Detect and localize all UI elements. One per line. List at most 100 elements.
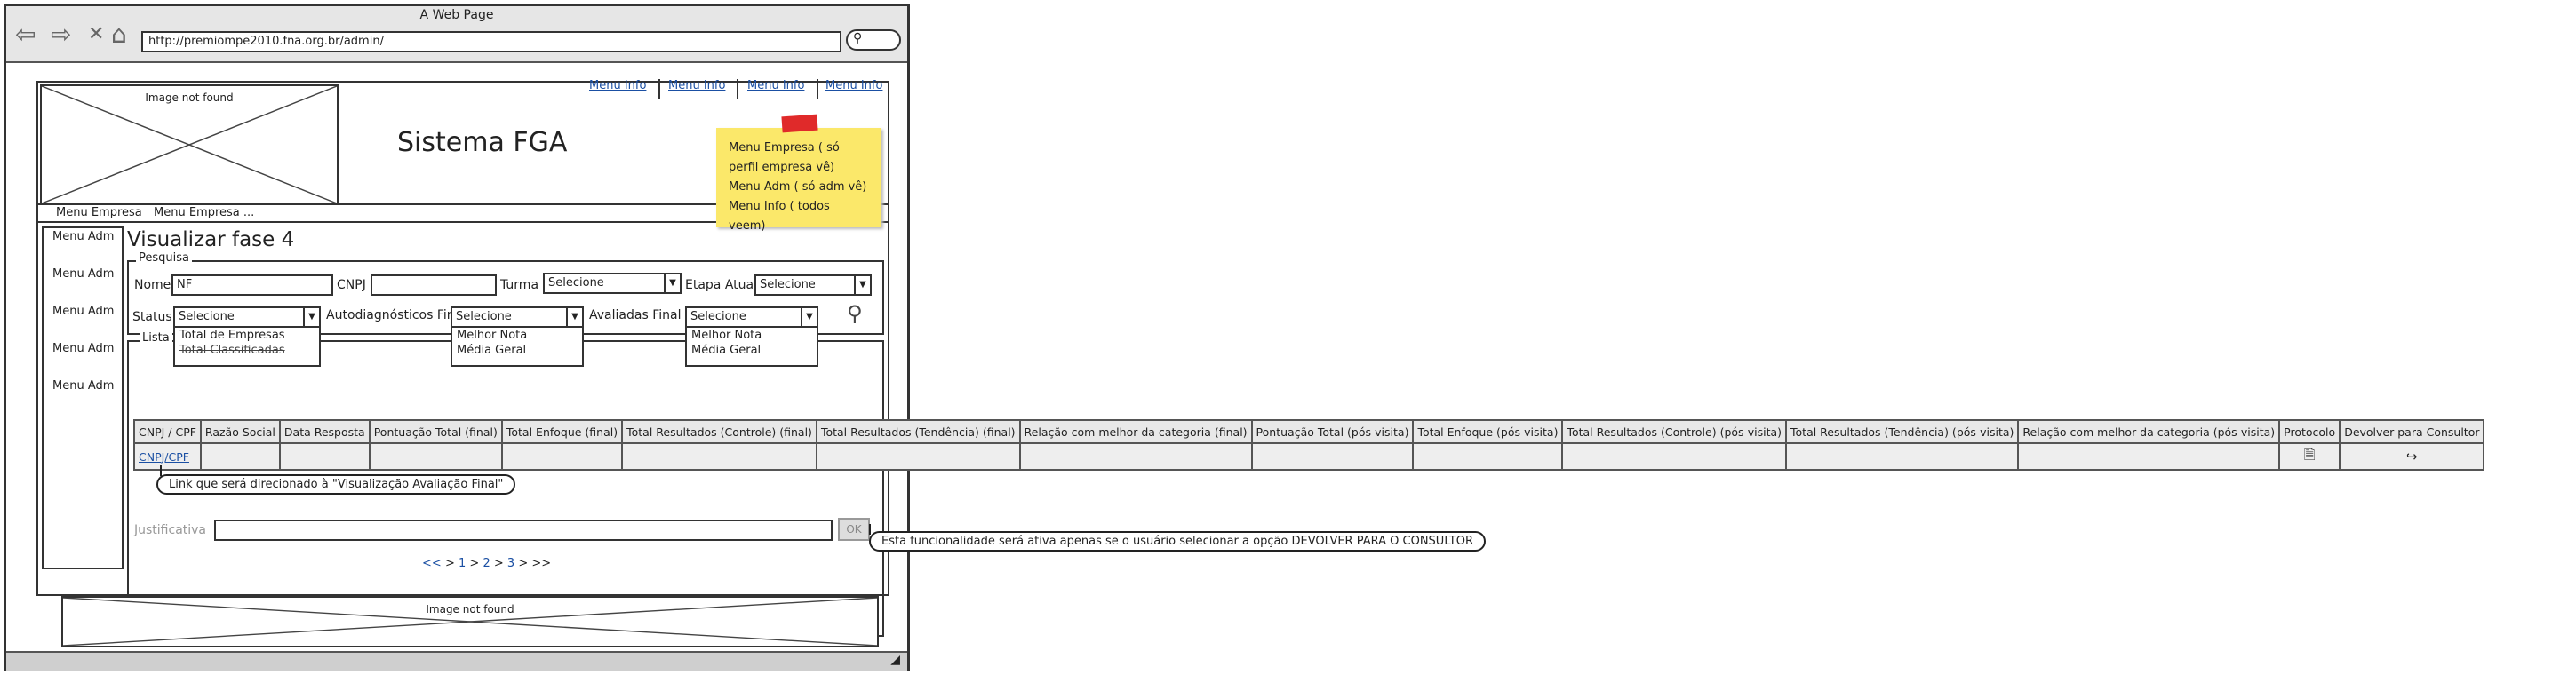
autodiagnosticos-select[interactable]: Selecione ▼ [451, 306, 584, 328]
column-header: Total Resultados (Controle) (final) [621, 419, 817, 444]
sticky-note-line: Menu Adm ( só adm vê) [729, 180, 867, 194]
ok-button[interactable]: OK [838, 518, 870, 541]
pager-page-1[interactable]: 1 [459, 557, 466, 570]
browser-toolbar: A Web Page ⇦ ⇨ ✕ ⌂ http://premiompe2010.… [6, 6, 907, 63]
site-title: Sistema FGA [397, 127, 568, 158]
top-menu-info-1[interactable]: Menu Info [589, 79, 646, 92]
table-cell [1412, 442, 1564, 471]
avaliadas-select[interactable]: Selecione ▼ [685, 306, 818, 328]
nome-input[interactable]: NF [171, 274, 333, 296]
status-option[interactable]: Total Classificadas [175, 343, 319, 358]
table-cell [2017, 442, 2281, 471]
autodiagnosticos-label: Autodiagnósticos Final [326, 308, 467, 322]
address-bar[interactable]: http://premiompe2010.fna.org.br/admin/ [141, 31, 841, 52]
pager-next[interactable]: >> [531, 557, 551, 570]
top-menu-separator [658, 79, 660, 99]
callout-pointer [160, 465, 162, 476]
table-cell [1785, 442, 2020, 471]
browser-status-bar: ◢ [6, 651, 907, 671]
top-menu-info-2[interactable]: Menu Info [668, 79, 725, 92]
search-legend: Pesquisa [136, 251, 192, 265]
chevron-down-icon: ▼ [566, 308, 582, 326]
column-header: Relação com melhor da categoria (final) [1018, 419, 1253, 444]
pager-separator: > [493, 557, 504, 570]
etapa-label: Etapa Atual [685, 278, 757, 292]
nome-label: Nome [134, 278, 171, 292]
table-cell [199, 442, 281, 471]
home-icon[interactable]: ⌂ [111, 22, 127, 47]
status-select[interactable]: Selecione ▼ [173, 306, 321, 328]
avaliadas-option[interactable]: Média Geral [687, 343, 817, 358]
sidebar-item-menu-adm[interactable]: Menu Adm [52, 379, 114, 393]
etapa-select-value: Selecione [760, 278, 816, 291]
column-header: Pontuação Total (final) [368, 419, 503, 444]
justificativa-input[interactable] [214, 520, 833, 541]
status-select-value: Selecione [179, 310, 235, 323]
etapa-select[interactable]: Selecione ▼ [754, 274, 872, 296]
return-arrow-icon[interactable]: ↪ [2406, 449, 2418, 465]
status-dropdown: Total de Empresas Total Classificadas [173, 326, 321, 367]
column-header: Total Enfoque (final) [500, 419, 624, 444]
avaliadas-option[interactable]: Melhor Nota [687, 328, 817, 343]
search-icon[interactable]: ⚲ [847, 301, 863, 326]
top-menu-info-4[interactable]: Menu Info [825, 79, 882, 92]
sidebar-item-menu-adm[interactable]: Menu Adm [52, 230, 114, 243]
logo-caption: Image not found [145, 91, 234, 104]
table-cell [1561, 442, 1788, 471]
cnpj-label: CNPJ [337, 278, 366, 292]
autodiagnosticos-select-value: Selecione [456, 310, 512, 323]
pager-separator: > [518, 557, 529, 570]
cnpj-input[interactable] [371, 274, 497, 296]
top-menu-info-3[interactable]: Menu Info [747, 79, 804, 92]
page-title: Visualizar fase 4 [127, 228, 295, 251]
pager-page-3[interactable]: 3 [507, 557, 514, 570]
avaliadas-select-value: Selecione [690, 310, 746, 323]
sidebar-item-menu-adm[interactable]: Menu Adm [52, 342, 114, 355]
table-header-row: CNPJ / CPF Razão Social Data Resposta Po… [133, 419, 2485, 444]
column-header: Relação com melhor da categoria (pós-vis… [2017, 419, 2281, 444]
status-option[interactable]: Total de Empresas [175, 328, 319, 343]
status-label: Status [132, 310, 172, 324]
autodiagnosticos-option[interactable]: Média Geral [452, 343, 582, 358]
menu-empresa[interactable]: Menu Empresa [56, 206, 142, 219]
sticky-note-line: Menu Info ( todos veem) [729, 200, 830, 233]
table-cell [1250, 442, 1415, 471]
column-header: Razão Social [199, 419, 281, 444]
browser-window: A Web Page ⇦ ⇨ ✕ ⌂ http://premiompe2010.… [4, 4, 910, 671]
sidebar: Menu Adm Menu Adm Menu Adm Menu Adm Menu… [42, 226, 124, 569]
column-header: Total Resultados (Controle) (pós-visita) [1561, 419, 1788, 444]
justificativa-label: Justificativa [134, 523, 207, 537]
column-header: Total Enfoque (pós-visita) [1412, 419, 1564, 444]
sidebar-item-menu-adm[interactable]: Menu Adm [52, 267, 114, 281]
menu-empresa-more[interactable]: Menu Empresa ... [154, 206, 254, 219]
document-icon[interactable]: 🗎 [2304, 446, 2316, 463]
close-x-icon[interactable]: ✕ [88, 22, 104, 47]
table-cell [1018, 442, 1253, 471]
chevron-down-icon: ▼ [303, 308, 319, 326]
resize-grip-icon[interactable]: ◢ [890, 653, 900, 667]
cnpj-link[interactable]: CNPJ/CPF [139, 450, 189, 464]
sidebar-item-menu-adm[interactable]: Menu Adm [52, 305, 114, 318]
column-header: Total Resultados (Tendência) (final) [815, 419, 1021, 444]
back-arrow-icon[interactable]: ⇦ [15, 22, 36, 47]
top-menu-separator [737, 79, 738, 99]
turma-select[interactable]: Selecione ▼ [543, 273, 682, 294]
pager-separator: > [469, 557, 480, 570]
autodiagnosticos-option[interactable]: Melhor Nota [452, 328, 582, 343]
pagination: << > 1 > 2 > 3 > >> [422, 557, 551, 570]
table-cell [815, 442, 1021, 471]
table-row: CNPJ/CPF 🗎 ↪ [133, 442, 2485, 471]
avaliadas-dropdown: Melhor Nota Média Geral [685, 326, 818, 367]
pager-prev[interactable]: << [422, 557, 442, 570]
autodiagnosticos-dropdown: Melhor Nota Média Geral [451, 326, 584, 367]
column-header: Total Resultados (Tendência) (pós-visita… [1785, 419, 2020, 444]
forward-arrow-icon[interactable]: ⇨ [51, 22, 71, 47]
footer-caption: Image not found [426, 603, 514, 615]
pager-page-2[interactable]: 2 [483, 557, 490, 570]
column-header: Protocolo [2278, 419, 2341, 444]
browser-search-box[interactable]: ⚲ [846, 29, 901, 51]
logo-image: Image not found [40, 84, 339, 205]
column-header: Pontuação Total (pós-visita) [1250, 419, 1415, 444]
column-header: Devolver para Consultor [2339, 419, 2485, 444]
chevron-down-icon: ▼ [664, 274, 680, 292]
